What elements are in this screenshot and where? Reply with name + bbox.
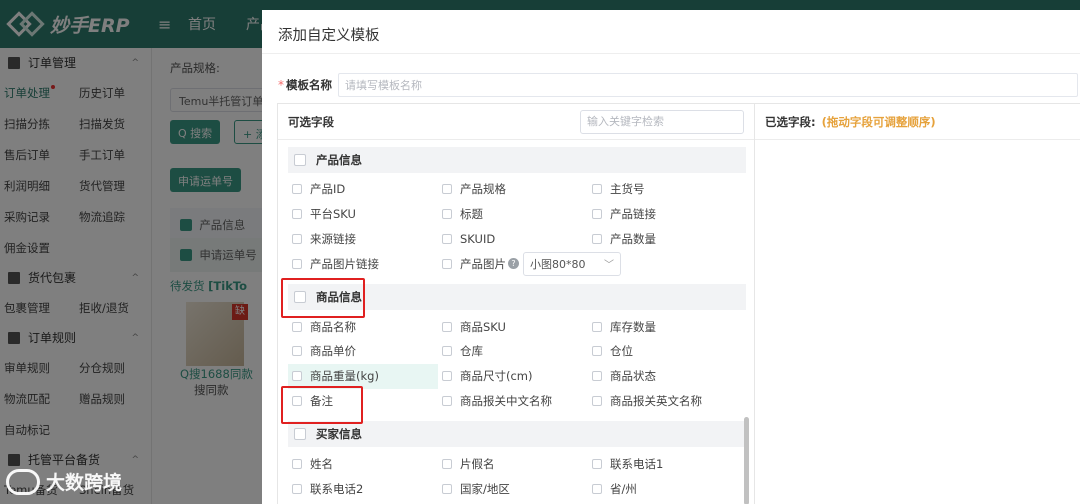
highlight-box-goods-group — [281, 278, 365, 318]
field-checkbox[interactable] — [592, 395, 602, 406]
field-checkbox[interactable] — [592, 233, 602, 244]
field-item[interactable]: 标题 — [442, 202, 592, 227]
selected-fields-title: 已选字段: — [765, 114, 816, 129]
field-checkbox[interactable] — [292, 209, 302, 220]
highlight-box-remark-field — [281, 386, 363, 424]
field-checkbox[interactable] — [442, 184, 452, 195]
field-checkbox[interactable] — [292, 483, 302, 494]
group-header-product[interactable]: 产品信息 — [288, 147, 746, 173]
field-checkbox[interactable] — [442, 233, 452, 244]
field-item-hovered[interactable]: 商品重量(kg) — [288, 363, 438, 389]
modal-title: 添加自定义模板 — [262, 10, 1080, 54]
field-item[interactable]: 主货号 — [592, 177, 742, 202]
field-item[interactable]: 联系电话1 — [592, 451, 742, 476]
help-icon[interactable]: ? — [508, 258, 519, 270]
field-item[interactable]: 联系电话2 — [292, 476, 442, 501]
field-checkbox[interactable] — [442, 458, 452, 469]
field-list-scrollbar[interactable] — [744, 417, 749, 504]
template-name-row: * 模板名称 — [278, 73, 1078, 97]
field-search-input[interactable] — [580, 109, 744, 134]
field-checkbox[interactable] — [292, 233, 302, 244]
field-item[interactable]: 产品ID — [292, 177, 442, 202]
watermark-logo-icon — [6, 468, 40, 495]
selected-fields-panel[interactable]: 已选字段: (拖动字段可调整顺序) — [755, 103, 1080, 504]
watermark: 大数跨境 — [6, 468, 122, 495]
field-item[interactable]: 省/州 — [592, 476, 742, 501]
field-checkbox[interactable] — [292, 258, 302, 269]
group-header-buyer[interactable]: 买家信息 — [288, 421, 746, 448]
field-item[interactable]: 姓名 — [292, 451, 442, 476]
field-item[interactable]: 片假名 — [442, 451, 592, 476]
chevron-down-icon: ﹀ — [604, 260, 614, 272]
field-checkbox[interactable] — [592, 184, 602, 195]
field-item[interactable]: 商品状态 — [592, 364, 742, 389]
field-checkbox[interactable] — [592, 458, 602, 469]
field-checkbox[interactable] — [442, 258, 452, 269]
field-checkbox[interactable] — [442, 483, 452, 494]
field-list[interactable]: 产品信息 产品ID 产品规格 主货号 平台SKU 标题 产品链接 来源链接 SK… — [278, 141, 754, 504]
field-checkbox[interactable] — [292, 321, 302, 332]
group-checkbox[interactable] — [294, 428, 306, 441]
template-name-input[interactable] — [338, 73, 1078, 97]
field-item[interactable]: 商品SKU — [442, 314, 592, 339]
field-checkbox[interactable] — [292, 371, 302, 382]
field-item[interactable]: 商品报关中文名称 — [442, 389, 592, 414]
field-checkbox[interactable] — [592, 209, 602, 220]
field-item[interactable]: 产品规格 — [442, 177, 592, 202]
field-item[interactable]: 产品图片链接 — [292, 251, 442, 276]
field-checkbox[interactable] — [592, 483, 602, 494]
field-checkbox[interactable] — [442, 321, 452, 332]
template-name-label: 模板名称 — [286, 78, 332, 92]
field-item[interactable]: 国家/地区 — [442, 476, 592, 501]
required-asterisk: * — [278, 78, 284, 92]
field-item[interactable]: 来源链接 — [292, 227, 442, 252]
field-item[interactable]: 商品尺寸(cm) — [442, 364, 592, 389]
field-checkbox[interactable] — [592, 321, 602, 332]
field-item[interactable]: 商品报关英文名称 — [592, 389, 742, 414]
field-item[interactable]: 产品链接 — [592, 202, 742, 227]
field-item[interactable]: SKUID — [442, 227, 592, 252]
add-template-modal: 添加自定义模板 * 模板名称 可选字段 产品信息 产品ID 产品规格 主货号 平… — [262, 10, 1080, 504]
field-item[interactable]: 仓库 — [442, 339, 592, 364]
image-size-select[interactable]: 小图80*80 ﹀ — [523, 251, 621, 276]
available-fields-title: 可选字段 — [288, 114, 334, 129]
field-item[interactable]: 产品数量 — [592, 227, 742, 252]
field-checkbox[interactable] — [292, 346, 302, 357]
field-item[interactable]: 平台SKU — [292, 202, 442, 227]
field-checkbox[interactable] — [592, 371, 602, 382]
field-checkbox[interactable] — [442, 395, 452, 406]
field-checkbox[interactable] — [442, 371, 452, 382]
drag-hint: (拖动字段可调整顺序) — [821, 114, 936, 129]
field-item[interactable]: 库存数量 — [592, 314, 742, 339]
field-checkbox[interactable] — [292, 458, 302, 469]
field-checkbox[interactable] — [442, 346, 452, 357]
field-item[interactable]: 商品单价 — [292, 339, 442, 364]
group-checkbox[interactable] — [294, 154, 306, 166]
field-item[interactable]: 产品图片 ? 小图80*80 ﹀ — [442, 251, 742, 276]
field-checkbox[interactable] — [442, 209, 452, 220]
field-item[interactable]: 仓位 — [592, 339, 742, 364]
field-checkbox[interactable] — [592, 346, 602, 357]
field-checkbox[interactable] — [292, 184, 302, 195]
